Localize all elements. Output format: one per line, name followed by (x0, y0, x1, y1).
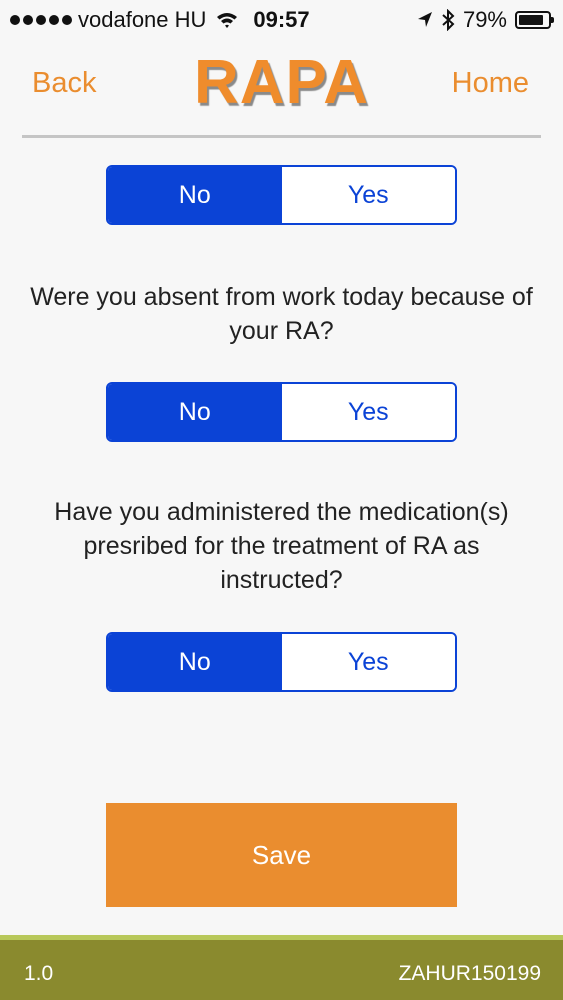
no-option-q3[interactable]: No (108, 634, 282, 690)
location-arrow-icon (417, 12, 432, 27)
segmented-control-q1: No Yes (106, 165, 457, 225)
battery-percent: 79% (462, 7, 507, 32)
nav-bar: Back RAPA Home (0, 45, 563, 135)
bluetooth-icon (442, 9, 455, 31)
user-id: ZAHUR150199 (398, 962, 541, 985)
segmented-control-q2: No Yes (106, 382, 457, 442)
app-version: 1.0 (24, 962, 54, 985)
no-option-q2[interactable]: No (108, 384, 282, 440)
question-text-q2: Were you absent from work today because … (30, 283, 533, 345)
yes-option-q3[interactable]: Yes (281, 634, 455, 690)
home-button[interactable]: Home (452, 67, 529, 100)
status-right: 79% (417, 7, 554, 33)
battery-icon (515, 11, 554, 29)
yes-option-q2[interactable]: Yes (281, 384, 455, 440)
status-bar: vodafone HU 09:57 79% (0, 0, 563, 40)
yes-option-q1[interactable]: Yes (281, 167, 455, 223)
segmented-control-q3: No Yes (106, 632, 457, 692)
footer-bar: 1.0 ZAHUR150199 (0, 935, 563, 1000)
nav-divider (22, 135, 541, 138)
no-option-q1[interactable]: No (108, 167, 282, 223)
question-text-q3: Have you administered the medication(s) … (54, 498, 509, 594)
save-button[interactable]: Save (106, 803, 457, 907)
